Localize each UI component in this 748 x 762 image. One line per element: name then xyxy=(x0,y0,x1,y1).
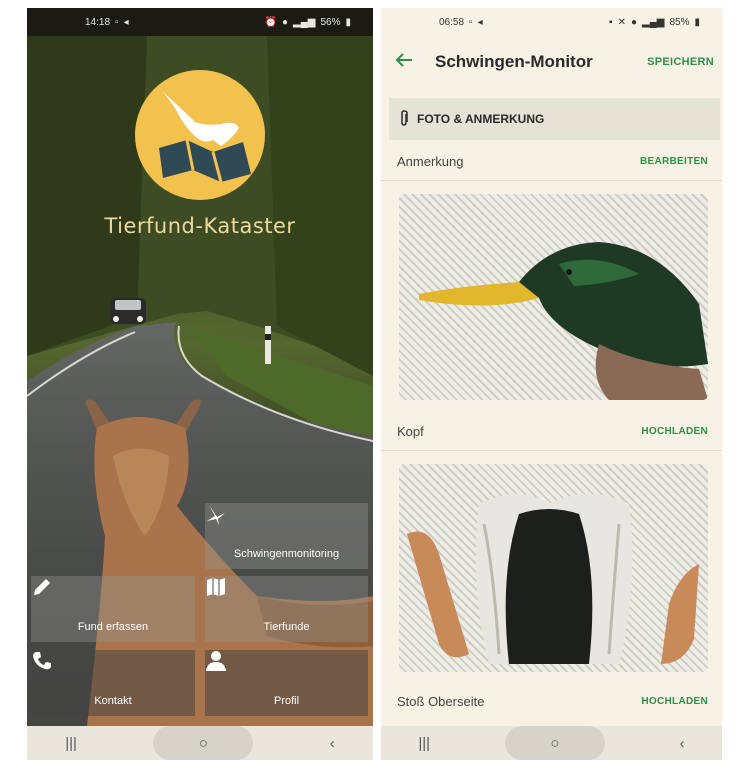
send-icon: ◂ xyxy=(123,16,129,28)
status-time: 14:18 xyxy=(85,16,111,28)
system-nav-bar: ||| ○ ‹ xyxy=(381,726,722,760)
upload-button[interactable]: HOCHLADEN xyxy=(641,426,708,437)
kontakt-tile[interactable]: Kontakt xyxy=(31,650,195,716)
tile-label: Schwingenmonitoring xyxy=(233,548,340,560)
system-nav-bar: ||| ○ ‹ xyxy=(27,726,373,760)
stoss-oberseite-row: Stoß Oberseite HOCHLADEN xyxy=(397,686,708,716)
tile-label: Tierfunde xyxy=(263,621,310,633)
row-label: Anmerkung xyxy=(397,153,464,169)
video-icon: ▫ xyxy=(469,16,473,28)
tile-label: Profil xyxy=(273,695,300,707)
video-icon: ▫ xyxy=(115,16,119,28)
section-title: FOTO & ANMERKUNG xyxy=(417,112,545,126)
app-logo xyxy=(135,70,265,200)
paperclip-icon xyxy=(399,109,409,129)
recents-button[interactable]: ||| xyxy=(65,735,77,752)
photo-head[interactable] xyxy=(399,194,708,400)
upload-button[interactable]: HOCHLADEN xyxy=(641,696,708,707)
section-header: FOTO & ANMERKUNG xyxy=(389,98,720,140)
save-button[interactable]: SPEICHERN xyxy=(647,56,714,68)
location-icon: ● xyxy=(630,16,637,28)
background-photo: Tierfund-Kataster Schwingenmonitoring Fu… xyxy=(27,36,373,726)
tile-label: Kontakt xyxy=(94,695,132,707)
battery-icon: ▮ xyxy=(345,16,351,28)
tile-label: Fund erfassen xyxy=(77,621,149,633)
back-button[interactable]: ‹ xyxy=(680,735,685,752)
battery-icon: ▮ xyxy=(694,16,700,28)
lock-icon: ▪ xyxy=(609,16,613,28)
edit-button[interactable]: BEARBEITEN xyxy=(640,156,708,167)
row-label: Kopf xyxy=(397,423,424,439)
screen-title: Schwingen-Monitor xyxy=(435,52,593,71)
back-arrow-icon[interactable] xyxy=(395,52,417,73)
home-button[interactable]: ○ xyxy=(153,726,254,760)
status-bar: 14:18 ▫ ◂ ⏰ ● ▂▄▆ 56% ▮ xyxy=(27,8,373,36)
app-title: Tierfund-Kataster xyxy=(104,214,296,238)
status-battery: 85% xyxy=(669,16,690,28)
fund-erfassen-tile[interactable]: Fund erfassen xyxy=(31,576,195,642)
kopf-row: Kopf HOCHLADEN xyxy=(397,416,708,446)
recents-button[interactable]: ||| xyxy=(418,735,430,752)
send-icon: ◂ xyxy=(477,16,483,28)
photo-tail[interactable] xyxy=(399,464,708,672)
home-button[interactable]: ○ xyxy=(504,726,605,760)
duck-head-image xyxy=(419,242,708,400)
signal-icon: ▂▄▆ xyxy=(293,16,316,28)
profil-tile[interactable]: Profil xyxy=(205,650,368,716)
status-time: 06:58 xyxy=(439,16,465,28)
home-screen: 14:18 ▫ ◂ ⏰ ● ▂▄▆ 56% ▮ Tierfund-Kataste… xyxy=(27,8,373,760)
signal-icon: ▂▄▆ xyxy=(642,16,665,28)
deer-map-icon xyxy=(159,92,251,183)
divider xyxy=(381,450,722,451)
schwingenmonitoring-tile[interactable]: Schwingenmonitoring xyxy=(205,503,368,569)
location-icon: ● xyxy=(281,16,288,28)
mute-icon: ✕ xyxy=(617,16,626,28)
back-button[interactable]: ‹ xyxy=(330,735,335,752)
divider xyxy=(381,180,722,181)
schwingen-monitor-screen: 06:58 ▫ ◂ ▪ ✕ ● ▂▄▆ 85% ▮ Schwingen-Moni… xyxy=(381,8,722,760)
tierfunde-tile[interactable]: Tierfunde xyxy=(205,576,368,642)
status-bar: 06:58 ▫ ◂ ▪ ✕ ● ▂▄▆ 85% ▮ xyxy=(381,8,722,36)
app-bar: Schwingen-Monitor SPEICHERN xyxy=(381,36,722,88)
row-label: Stoß Oberseite xyxy=(397,693,485,709)
status-battery: 56% xyxy=(320,16,341,28)
duck-tail-image xyxy=(407,494,699,664)
alarm-icon: ⏰ xyxy=(264,16,277,28)
anmerkung-row: Anmerkung BEARBEITEN xyxy=(397,146,708,176)
